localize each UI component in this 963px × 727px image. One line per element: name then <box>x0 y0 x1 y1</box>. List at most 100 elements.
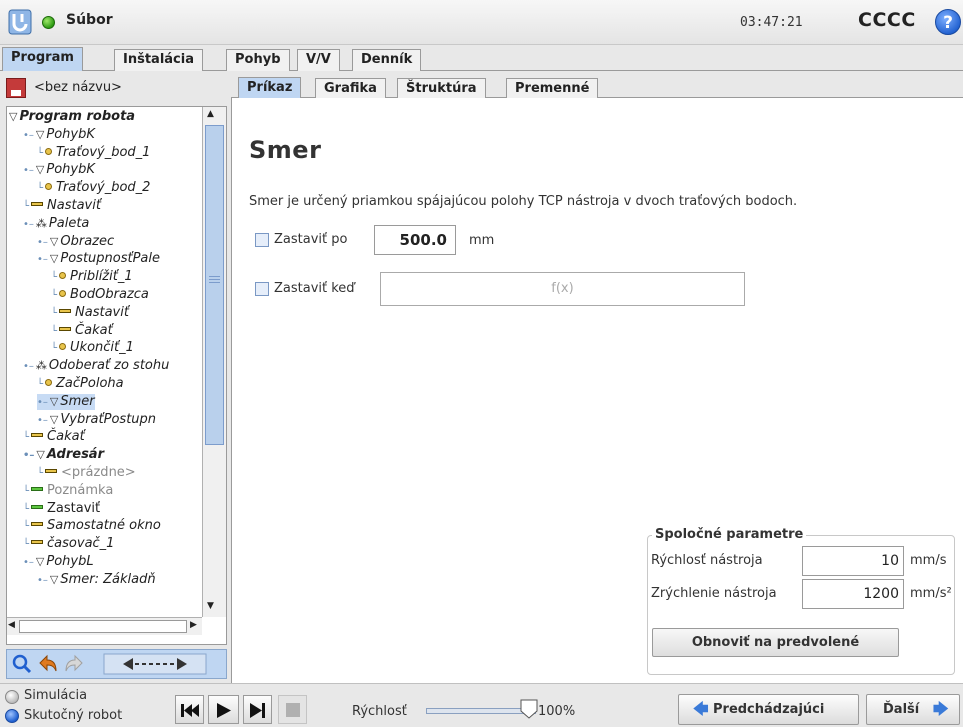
tree-node-label: PohybL <box>46 554 94 569</box>
tree-node[interactable]: └ Čakať <box>51 323 113 339</box>
tree-node[interactable]: •– ▽ PohybL <box>23 554 94 570</box>
previous-label: Predchádzajúci <box>713 702 825 717</box>
tree-node[interactable]: └ Čakať <box>23 429 85 445</box>
expand-triangle-icon: ▽ <box>35 555 45 568</box>
tree-branch-icon: └ <box>23 539 30 551</box>
tree-node[interactable]: •– ▽ PohybK <box>23 127 95 143</box>
scroll-up-icon[interactable]: ▲ <box>207 109 214 119</box>
tree-node-label: Odoberať zo stohu <box>48 358 170 374</box>
program-tree[interactable]: ▽ Program robota •– ▽ PohybK └ Traťový_bod_1 •–… <box>6 106 227 645</box>
command-panel: Smer Smer je určený priamkou spájajúcou … <box>231 98 963 683</box>
save-icon[interactable] <box>6 78 26 98</box>
tree-node-label: Traťový_bod_2 <box>56 180 151 196</box>
scroll-left-icon[interactable]: ◀ <box>8 620 15 630</box>
tree-node[interactable]: •– ▽ PostupnosťPale <box>37 251 160 267</box>
tree-node[interactable]: └ Traťový_bod_2 <box>37 180 150 196</box>
universal-robots-logo <box>8 9 32 35</box>
tab-command[interactable]: Príkaz <box>238 77 302 99</box>
file-menu[interactable]: Súbor <box>66 12 113 28</box>
tree-node[interactable]: •– ▽ Smer: Základň <box>37 572 156 588</box>
simulation-radio[interactable] <box>5 690 19 704</box>
tab-program[interactable]: Program <box>2 47 83 72</box>
previous-button[interactable]: 🡄 Predchádzajúci <box>678 694 859 725</box>
tree-node-label: VybraťPostupn <box>60 411 157 427</box>
tree-node-label: Čakať <box>75 322 113 338</box>
tool-acceleration-input[interactable]: 1200 <box>802 579 904 609</box>
shared-parameters-title: Spoločné parametre <box>652 527 807 542</box>
tree-hscroll-thumb[interactable] <box>19 620 187 633</box>
tree-node[interactable]: •– ▽ Adresár <box>23 447 104 463</box>
tree-vertical-scrollbar[interactable]: ▲ ▼ <box>202 107 226 617</box>
stop-when-expression-field[interactable]: f(x) <box>380 272 745 306</box>
tree-node[interactable]: •– ▽ Obrazec <box>37 234 114 250</box>
stop-after-unit: mm <box>469 233 495 248</box>
stop-when-checkbox[interactable] <box>255 282 269 296</box>
tree-node[interactable]: └ Priblížiť_1 <box>51 269 133 285</box>
tree-node[interactable]: └ Nastaviť <box>23 198 101 214</box>
next-button[interactable]: Ďalší 🡆 <box>866 694 960 725</box>
undo-icon[interactable] <box>37 653 59 675</box>
tree-node[interactable]: └ Traťový_bod_1 <box>37 145 150 161</box>
tree-node-label: Čakať <box>47 429 85 445</box>
tree-node[interactable]: •– ⁂ Paleta <box>23 216 89 232</box>
clock: 03:47:21 <box>740 15 803 30</box>
tree-branch-icon: └ <box>23 432 30 444</box>
tab-move[interactable]: Pohyb <box>226 49 290 71</box>
tab-io[interactable]: V/V <box>297 49 340 71</box>
tab-log[interactable]: Denník <box>352 49 422 71</box>
tree-node[interactable]: •– ▽ VybraťPostupn <box>37 412 156 428</box>
command-bar-icon <box>59 308 72 313</box>
tree-node[interactable]: └ časovač_1 <box>23 536 114 552</box>
tree-node-label: <prázdne> <box>61 465 136 480</box>
redo-icon[interactable] <box>63 653 85 675</box>
stop-after-checkbox[interactable] <box>255 233 269 247</box>
command-bar-icon <box>31 486 44 491</box>
tree-node[interactable]: └ BodObrazca <box>51 287 149 303</box>
tree-node[interactable]: •– ▽ Smer <box>37 393 95 410</box>
waypoint-icon <box>59 343 67 351</box>
tool-speed-input[interactable]: 10 <box>802 546 904 576</box>
tree-node[interactable]: └ ZačPoloha <box>37 376 124 392</box>
step-button[interactable] <box>243 695 272 724</box>
tree-branch-icon: └ <box>37 183 44 195</box>
command-bar-icon <box>45 469 58 473</box>
tree-node[interactable]: └ <prázdne> <box>37 465 136 481</box>
tree-node[interactable]: └ Poznámka <box>23 483 113 499</box>
command-bar-icon <box>31 202 44 206</box>
tree-horizontal-scrollbar[interactable]: ◀ ▶ <box>7 617 202 635</box>
scroll-down-icon[interactable]: ▼ <box>207 601 214 611</box>
search-icon[interactable] <box>11 653 33 675</box>
scroll-right-icon[interactable]: ▶ <box>190 620 197 630</box>
tree-node[interactable]: •– ▽ PohybK <box>23 162 95 178</box>
speed-slider-thumb[interactable] <box>520 699 538 719</box>
reset-defaults-button[interactable]: Obnoviť na predvolené <box>652 628 899 657</box>
tree-node[interactable]: └ Samostatné okno <box>23 518 161 534</box>
real-robot-radio[interactable] <box>5 709 19 723</box>
stop-button[interactable] <box>278 695 307 724</box>
tab-graphics[interactable]: Grafika <box>315 78 386 99</box>
speed-value: 100% <box>538 704 576 719</box>
tree-node[interactable]: •– ⁂ Odoberať zo stohu <box>23 358 169 374</box>
move-node-icon[interactable] <box>103 653 207 675</box>
tab-structure[interactable]: Štruktúra <box>397 78 486 99</box>
simulation-label: Simulácia <box>24 688 88 703</box>
tree-branch-icon: •– <box>23 129 34 141</box>
tab-installation[interactable]: Inštalácia <box>114 49 203 71</box>
play-button[interactable] <box>208 695 239 724</box>
tab-variables[interactable]: Premenné <box>506 78 599 99</box>
program-tree-panel: <bez názvu> ▽ Program robota •– ▽ PohybK └ Tra… <box>0 71 231 683</box>
stop-after-distance-input[interactable]: 500.0 <box>374 225 456 255</box>
skip-to-start-button[interactable] <box>175 695 204 724</box>
tree-node[interactable]: └ Zastaviť <box>23 501 100 517</box>
command-bar-icon <box>31 504 44 509</box>
stop-when-label: Zastaviť keď <box>274 281 355 296</box>
tree-node[interactable]: └ Ukončiť_1 <box>51 340 134 356</box>
tree-node-label: Paleta <box>48 215 90 231</box>
tree-node[interactable]: └ Nastaviť <box>51 305 129 321</box>
tool-speed-unit: mm/s <box>910 553 947 568</box>
tree-scroll-thumb[interactable] <box>205 125 224 445</box>
tree-node-label: časovač_1 <box>47 536 115 552</box>
help-icon[interactable]: ? <box>935 9 961 35</box>
tree-node-label: Obrazec <box>60 233 115 249</box>
tree-node[interactable]: ▽ Program robota <box>9 109 135 125</box>
